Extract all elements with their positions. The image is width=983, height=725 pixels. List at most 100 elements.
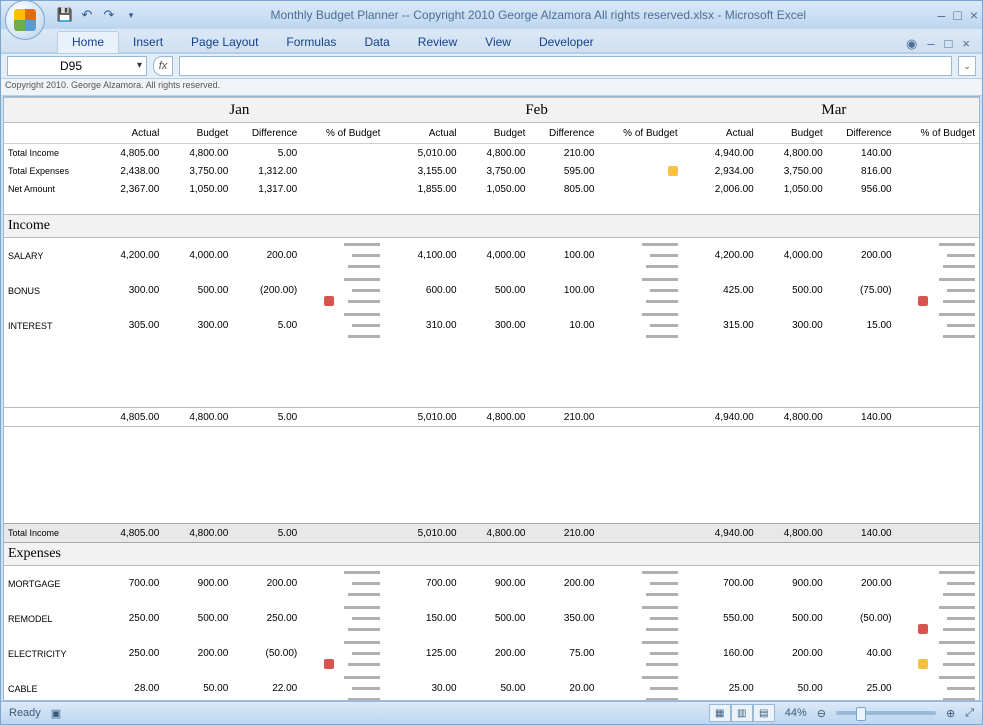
cell-difference[interactable]: 816.00 [827,162,896,180]
cell-actual[interactable]: 2,367.00 [94,180,163,198]
blank-row[interactable] [4,507,979,524]
tab-developer[interactable]: Developer [525,32,608,52]
cell-actual[interactable]: 250.00 [94,636,163,671]
cell-actual[interactable]: 1,855.00 [392,180,461,198]
cell-budget[interactable]: 50.00 [163,671,232,701]
cell-pct[interactable] [598,162,681,180]
cell-budget[interactable]: 300.00 [461,308,530,343]
cell-pct[interactable] [598,180,681,198]
cell-budget[interactable]: 4,000.00 [461,238,530,274]
cell-pct[interactable] [301,238,384,274]
view-page-layout-icon[interactable]: ▥ [731,704,753,722]
cell-budget[interactable]: 4,800.00 [163,144,232,163]
worksheet[interactable]: JanFebMarActualBudgetDifference% of Budg… [3,96,980,701]
cell-pct[interactable] [301,144,384,163]
cell-budget[interactable]: 4,800.00 [461,144,530,163]
cell-budget[interactable]: 4,000.00 [758,238,827,274]
cell-difference[interactable]: 1,312.00 [232,162,301,180]
cell-difference[interactable]: 5.00 [232,308,301,343]
tab-page-layout[interactable]: Page Layout [177,32,272,52]
cell-difference[interactable]: (75.00) [827,273,896,308]
cell-pct[interactable] [896,238,979,274]
cell-budget[interactable]: 500.00 [163,273,232,308]
help-icon[interactable]: ◉ [906,36,917,52]
cell-pct[interactable] [896,566,979,602]
cell-actual[interactable]: 2,438.00 [94,162,163,180]
cell-actual[interactable]: 28.00 [94,671,163,701]
cell-budget[interactable]: 1,050.00 [461,180,530,198]
cell-pct[interactable] [598,308,681,343]
zoom-slider[interactable] [836,711,936,715]
cell-budget[interactable]: 200.00 [461,636,530,671]
tab-data[interactable]: Data [350,32,403,52]
cell-pct[interactable] [896,144,979,163]
cell-difference[interactable]: 25.00 [827,671,896,701]
cell-actual[interactable]: 5,010.00 [392,144,461,163]
cell-budget[interactable]: 500.00 [461,601,530,636]
blank-row[interactable] [4,475,979,491]
cell-budget[interactable]: 1,050.00 [758,180,827,198]
ribbon-restore-icon[interactable]: □ [945,36,953,52]
cell-actual[interactable]: 2,006.00 [689,180,758,198]
view-normal-icon[interactable]: ▦ [709,704,731,722]
cell-difference[interactable]: 75.00 [529,636,598,671]
cell-difference[interactable]: 250.00 [232,601,301,636]
cell-pct[interactable] [301,162,384,180]
view-page-break-icon[interactable]: ▤ [753,704,775,722]
cell-budget[interactable]: 500.00 [758,273,827,308]
blank-row[interactable] [4,459,979,475]
cell-pct[interactable] [301,273,384,308]
tab-view[interactable]: View [471,32,525,52]
ribbon-close-icon[interactable]: × [962,36,970,52]
cell-budget[interactable]: 3,750.00 [758,162,827,180]
cell-budget[interactable]: 300.00 [163,308,232,343]
cell-budget[interactable]: 500.00 [461,273,530,308]
cell-budget[interactable]: 900.00 [461,566,530,602]
cell-budget[interactable]: 3,750.00 [163,162,232,180]
cell-difference[interactable]: 200.00 [232,238,301,274]
cell-pct[interactable] [896,308,979,343]
cell-budget[interactable]: 4,000.00 [163,238,232,274]
cell-pct[interactable] [301,308,384,343]
office-button[interactable] [5,0,45,40]
cell-actual[interactable]: 4,200.00 [94,238,163,274]
tab-review[interactable]: Review [404,32,471,52]
data-row[interactable]: BONUS300.00500.00(200.00) 600.00500.0010… [4,273,979,308]
cell-difference[interactable]: (50.00) [232,636,301,671]
redo-icon[interactable]: ↷ [101,7,117,23]
save-icon[interactable]: 💾 [57,7,73,23]
cell-actual[interactable]: 600.00 [392,273,461,308]
cell-budget[interactable]: 900.00 [758,566,827,602]
data-row[interactable]: SALARY4,200.004,000.00200.004,100.004,00… [4,238,979,274]
data-row[interactable]: INTEREST305.00300.005.00310.00300.0010.0… [4,308,979,343]
close-icon[interactable]: × [970,7,978,23]
cell-budget[interactable]: 50.00 [461,671,530,701]
cell-budget[interactable]: 50.00 [758,671,827,701]
cell-pct[interactable] [301,601,384,636]
data-row[interactable]: MORTGAGE700.00900.00200.00700.00900.0020… [4,566,979,602]
formula-input[interactable] [179,56,952,76]
cell-actual[interactable]: 25.00 [689,671,758,701]
cell-pct[interactable] [301,671,384,701]
cell-actual[interactable]: 250.00 [94,601,163,636]
cell-actual[interactable]: 4,200.00 [689,238,758,274]
cell-pct[interactable] [896,671,979,701]
zoom-level[interactable]: 44% [785,707,807,719]
blank-row[interactable] [4,343,979,359]
cell-pct[interactable] [301,180,384,198]
cell-pct[interactable] [896,273,979,308]
cell-difference[interactable]: (200.00) [232,273,301,308]
cell-budget[interactable]: 500.00 [758,601,827,636]
cell-pct[interactable] [598,273,681,308]
cell-pct[interactable] [598,671,681,701]
blank-row[interactable] [4,443,979,459]
formula-expand-icon[interactable]: ⌄ [958,56,976,76]
cell-difference[interactable]: 200.00 [232,566,301,602]
cell-difference[interactable]: 210.00 [529,144,598,163]
cell-actual[interactable]: 300.00 [94,273,163,308]
cell-actual[interactable]: 700.00 [392,566,461,602]
cell-actual[interactable]: 3,155.00 [392,162,461,180]
cell-actual[interactable]: 160.00 [689,636,758,671]
cell-pct[interactable] [598,238,681,274]
cell-budget[interactable]: 200.00 [758,636,827,671]
